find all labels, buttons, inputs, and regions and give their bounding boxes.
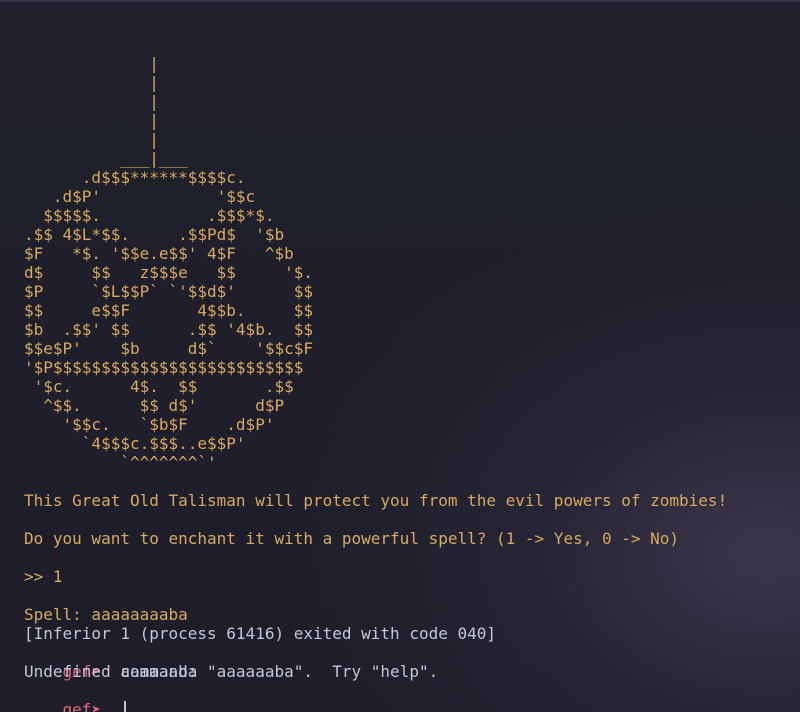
talisman-message: This Great Old Talisman will protect you… — [24, 491, 728, 510]
text-cursor — [124, 701, 127, 712]
gdb-active-prompt-line[interactable]: gef➤ — [24, 681, 127, 712]
process-exit-message: [Inferior 1 (process 61416) exited with … — [24, 624, 497, 643]
terminal-window[interactable]: | | | | | ___|___ .d$$$******$$$$c. .d$P… — [0, 0, 800, 712]
talisman-ascii-art: | | | | | ___|___ .d$$$******$$$$c. .d$P… — [24, 54, 313, 472]
enchant-question: Do you want to enchant it with a powerfu… — [24, 529, 680, 548]
gef-prompt: gef➤ — [62, 700, 102, 712]
spell-output: Spell: aaaaaaaaba — [24, 605, 188, 624]
window-top-border — [0, 0, 800, 2]
user-choice-input: >> 1 — [24, 567, 63, 586]
undefined-command-error: Undefined command: "aaaaaaba". Try "help… — [24, 662, 439, 681]
